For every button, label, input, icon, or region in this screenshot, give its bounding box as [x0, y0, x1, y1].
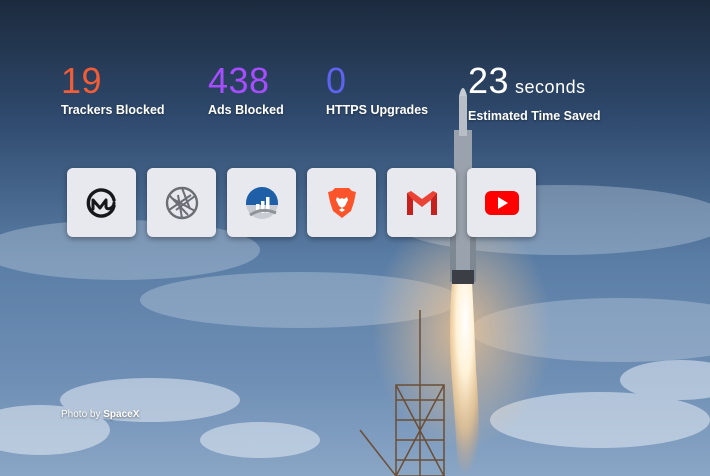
trackers-blocked-count: 19	[61, 60, 103, 101]
time-saved-label: Estimated Time Saved	[468, 109, 601, 123]
youtube-icon	[484, 190, 519, 215]
shortcut-coinmarketcap[interactable]	[67, 168, 136, 237]
shortcut-youtube[interactable]	[467, 168, 536, 237]
photo-credit-prefix: Photo by	[61, 409, 101, 420]
top-sites-grid	[67, 168, 536, 237]
shortcut-aperture[interactable]	[147, 168, 216, 237]
trackers-blocked-stat: 19 Trackers Blocked	[61, 61, 165, 118]
ads-blocked-stat: 438 Ads Blocked	[208, 61, 284, 118]
coinmarketcap-icon	[86, 187, 116, 218]
time-saved-value-row: 23 seconds	[468, 61, 600, 107]
time-saved-stat: 23 seconds Estimated Time Saved	[468, 61, 600, 124]
shortcut-chart-site[interactable]	[227, 168, 296, 237]
trackers-blocked-label: Trackers Blocked	[61, 103, 165, 117]
https-upgrades-stat: 0 HTTPS Upgrades	[326, 61, 428, 118]
https-upgrades-label: HTTPS Upgrades	[326, 103, 429, 117]
photo-credit: Photo by SpaceX	[61, 409, 139, 420]
gmail-icon	[406, 190, 437, 215]
photo-credit-author[interactable]: SpaceX	[103, 409, 139, 420]
stats-panel: 19 Trackers Blocked 438 Ads Blocked 0 HT…	[0, 0, 710, 130]
https-upgrades-count: 0	[326, 60, 347, 101]
chart-logo-icon	[245, 186, 278, 219]
ads-blocked-count: 438	[208, 60, 270, 101]
time-saved-unit: seconds	[515, 77, 586, 97]
ads-blocked-label: Ads Blocked	[208, 103, 284, 117]
aperture-icon	[165, 186, 198, 219]
shortcut-brave[interactable]	[307, 168, 376, 237]
time-saved-count: 23	[468, 60, 510, 101]
shortcut-gmail[interactable]	[387, 168, 456, 237]
brave-lion-icon	[327, 187, 356, 218]
